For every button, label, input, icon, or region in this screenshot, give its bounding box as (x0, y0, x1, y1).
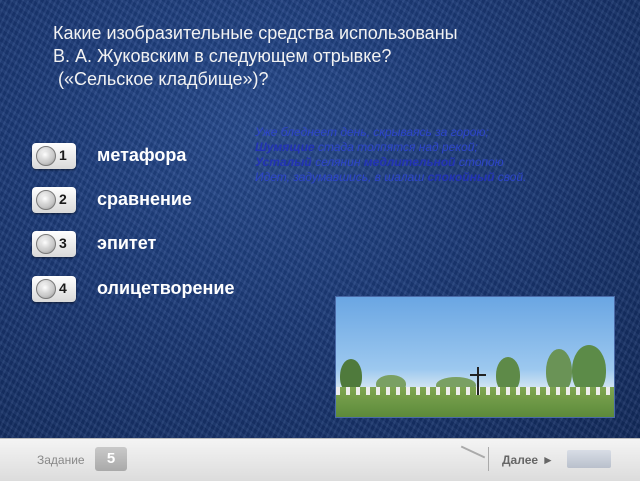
option-number: 4 (59, 280, 67, 296)
play-arrow-icon[interactable]: ► (542, 453, 554, 467)
next-label[interactable]: Далее (502, 453, 538, 467)
poem-text: Идет, задумавшись, в шалаш (255, 170, 428, 184)
option-label[interactable]: олицетворение (97, 278, 234, 299)
radio-button[interactable] (36, 234, 56, 254)
task-number-badge: 5 (95, 447, 127, 471)
poem-text: стада толпятся над рекой; (314, 140, 478, 154)
option-badge[interactable]: 4 (32, 276, 76, 302)
poem-text: стопою (455, 155, 504, 169)
option-badge[interactable]: 1 (32, 143, 76, 169)
divider-line (488, 447, 489, 471)
poem-highlight: спокойный (427, 170, 495, 184)
poem-line-2: Шумящие стада толпятся над рекой; (255, 140, 615, 155)
footer-bar: Задание 5 Далее ► (0, 438, 640, 481)
radio-button[interactable] (36, 279, 56, 299)
poem-highlight: Усталый (255, 155, 312, 169)
poem-highlight: медлительной (363, 155, 456, 169)
grave-markers (336, 387, 614, 395)
option-badge[interactable]: 3 (32, 231, 76, 257)
question-line-2: В. А. Жуковским в следующем отрывке? (53, 46, 392, 66)
option-number: 1 (59, 147, 67, 163)
question-line-1: Какие изобразительные средства использов… (53, 23, 458, 43)
next-progress-box (567, 450, 611, 468)
radio-button[interactable] (36, 146, 56, 166)
option-badge[interactable]: 2 (32, 187, 76, 213)
radio-button[interactable] (36, 190, 56, 210)
option-number: 2 (59, 191, 67, 207)
task-label: Задание (37, 453, 85, 467)
poem-line-4: Идет, задумавшись, в шалаш спокойный сво… (255, 170, 615, 185)
cross-icon (477, 367, 479, 395)
option-label[interactable]: сравнение (97, 189, 192, 210)
option-number: 3 (59, 235, 67, 251)
divider-slash (460, 445, 486, 459)
slide-background: Какие изобразительные средства использов… (0, 0, 640, 438)
option-label[interactable]: эпитет (97, 233, 156, 254)
option-label[interactable]: метафора (97, 145, 186, 166)
next-button[interactable]: Далее ► (502, 453, 554, 467)
poem-text: селянин (311, 155, 364, 169)
poem-text: свой. (494, 170, 527, 184)
poem-highlight: Шумящие (255, 140, 315, 154)
cemetery-photo (335, 296, 615, 418)
cross-icon-bar (470, 374, 486, 376)
poem-excerpt: Уже бледнеет день, скрываясь за горою; Ш… (255, 125, 615, 185)
question-line-3: («Сельское кладбище»)? (53, 69, 269, 89)
question-text: Какие изобразительные средства использов… (53, 22, 613, 91)
poem-line-3: Усталый селянин медлительной стопою (255, 155, 615, 170)
poem-line-1: Уже бледнеет день, скрываясь за горою; (255, 125, 489, 139)
